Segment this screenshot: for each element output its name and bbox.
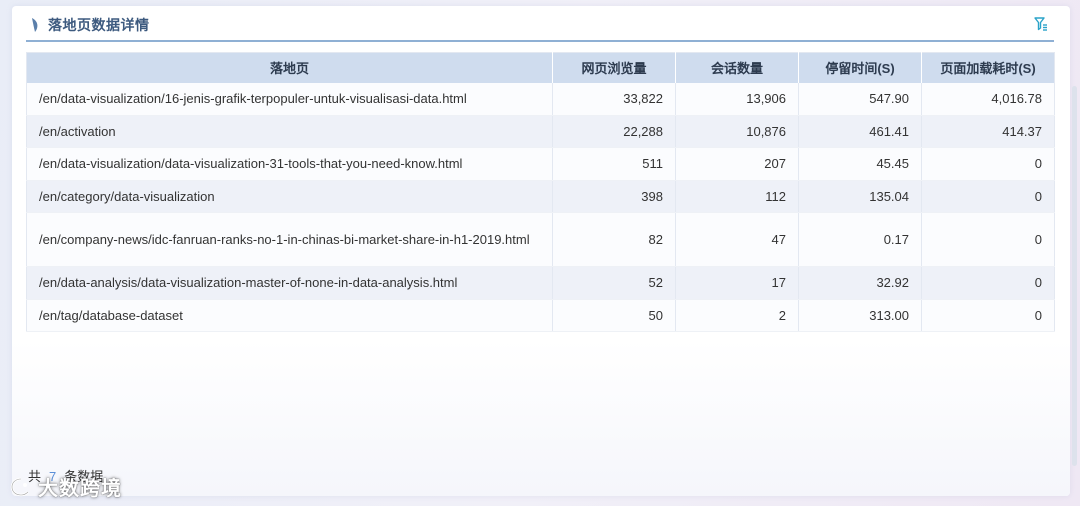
table-row: /en/data-visualization/data-visualizatio…: [26, 147, 1055, 181]
cell-load: 0: [921, 212, 1055, 267]
cell-views: 398: [552, 180, 676, 213]
cell-views: 82: [552, 212, 676, 267]
cell-url: /en/company-news/idc-fanruan-ranks-no-1-…: [26, 212, 553, 267]
cell-stay: 461.41: [798, 115, 922, 148]
cell-stay: 135.04: [798, 180, 922, 213]
column-header-sessions[interactable]: 会话数量: [675, 52, 799, 83]
cell-sessions: 10,876: [675, 115, 799, 148]
cell-sessions: 112: [675, 180, 799, 213]
cell-url: /en/category/data-visualization: [26, 180, 553, 213]
column-header-landing-page[interactable]: 落地页: [26, 52, 553, 83]
watermark-text: 大数跨境: [38, 478, 122, 500]
table-row: /en/company-news/idc-fanruan-ranks-no-1-…: [26, 212, 1055, 267]
watermark-logo-icon: [10, 477, 29, 496]
cell-url: /en/data-visualization/16-jenis-grafik-t…: [26, 82, 553, 116]
cell-views: 511: [552, 147, 676, 181]
cell-sessions: 2: [675, 299, 799, 332]
scrollbar[interactable]: [1072, 86, 1077, 466]
cell-sessions: 13,906: [675, 82, 799, 116]
panel-bottom-area: [12, 340, 1070, 496]
cell-views: 33,822: [552, 82, 676, 116]
table-row: /en/category/data-visualization 398 112 …: [26, 180, 1055, 213]
watermark: 大数跨境: [10, 472, 122, 501]
cell-stay: 0.17: [798, 212, 922, 267]
cell-stay: 32.92: [798, 266, 922, 300]
cell-load: 414.37: [921, 115, 1055, 148]
cell-load: 0: [921, 147, 1055, 181]
cell-load: 0: [921, 180, 1055, 213]
column-header-page-views[interactable]: 网页浏览量: [552, 52, 676, 83]
cell-url: /en/data-analysis/data-visualization-mas…: [26, 266, 553, 300]
cell-views: 22,288: [552, 115, 676, 148]
table-header-row: 落地页 网页浏览量 会话数量 停留时间(S) 页面加载耗时(S): [26, 52, 1055, 83]
cell-sessions: 207: [675, 147, 799, 181]
cell-url: /en/activation: [26, 115, 553, 148]
cell-views: 52: [552, 266, 676, 300]
filter-icon[interactable]: [1034, 17, 1048, 31]
cell-sessions: 17: [675, 266, 799, 300]
landing-page-table: 落地页 网页浏览量 会话数量 停留时间(S) 页面加载耗时(S) /en/dat…: [26, 52, 1055, 332]
panel-title: 落地页数据详情: [48, 17, 150, 33]
table-row: /en/tag/database-dataset 50 2 313.00 0: [26, 299, 1055, 332]
cell-stay: 45.45: [798, 147, 922, 181]
cell-sessions: 47: [675, 212, 799, 267]
column-header-stay-time[interactable]: 停留时间(S): [798, 52, 922, 83]
cell-stay: 313.00: [798, 299, 922, 332]
cell-url: /en/tag/database-dataset: [26, 299, 553, 332]
table-row: /en/data-visualization/16-jenis-grafik-t…: [26, 82, 1055, 116]
cell-url: /en/data-visualization/data-visualizatio…: [26, 147, 553, 181]
table-row: /en/activation 22,288 10,876 461.41 414.…: [26, 115, 1055, 148]
leaf-icon: [32, 18, 38, 32]
column-header-load-time[interactable]: 页面加载耗时(S): [921, 52, 1055, 83]
cell-stay: 547.90: [798, 82, 922, 116]
cell-load: 4,016.78: [921, 82, 1055, 116]
cell-views: 50: [552, 299, 676, 332]
cell-load: 0: [921, 299, 1055, 332]
panel-header: 落地页数据详情: [26, 10, 1054, 42]
table-row: /en/data-analysis/data-visualization-mas…: [26, 266, 1055, 300]
cell-load: 0: [921, 266, 1055, 300]
